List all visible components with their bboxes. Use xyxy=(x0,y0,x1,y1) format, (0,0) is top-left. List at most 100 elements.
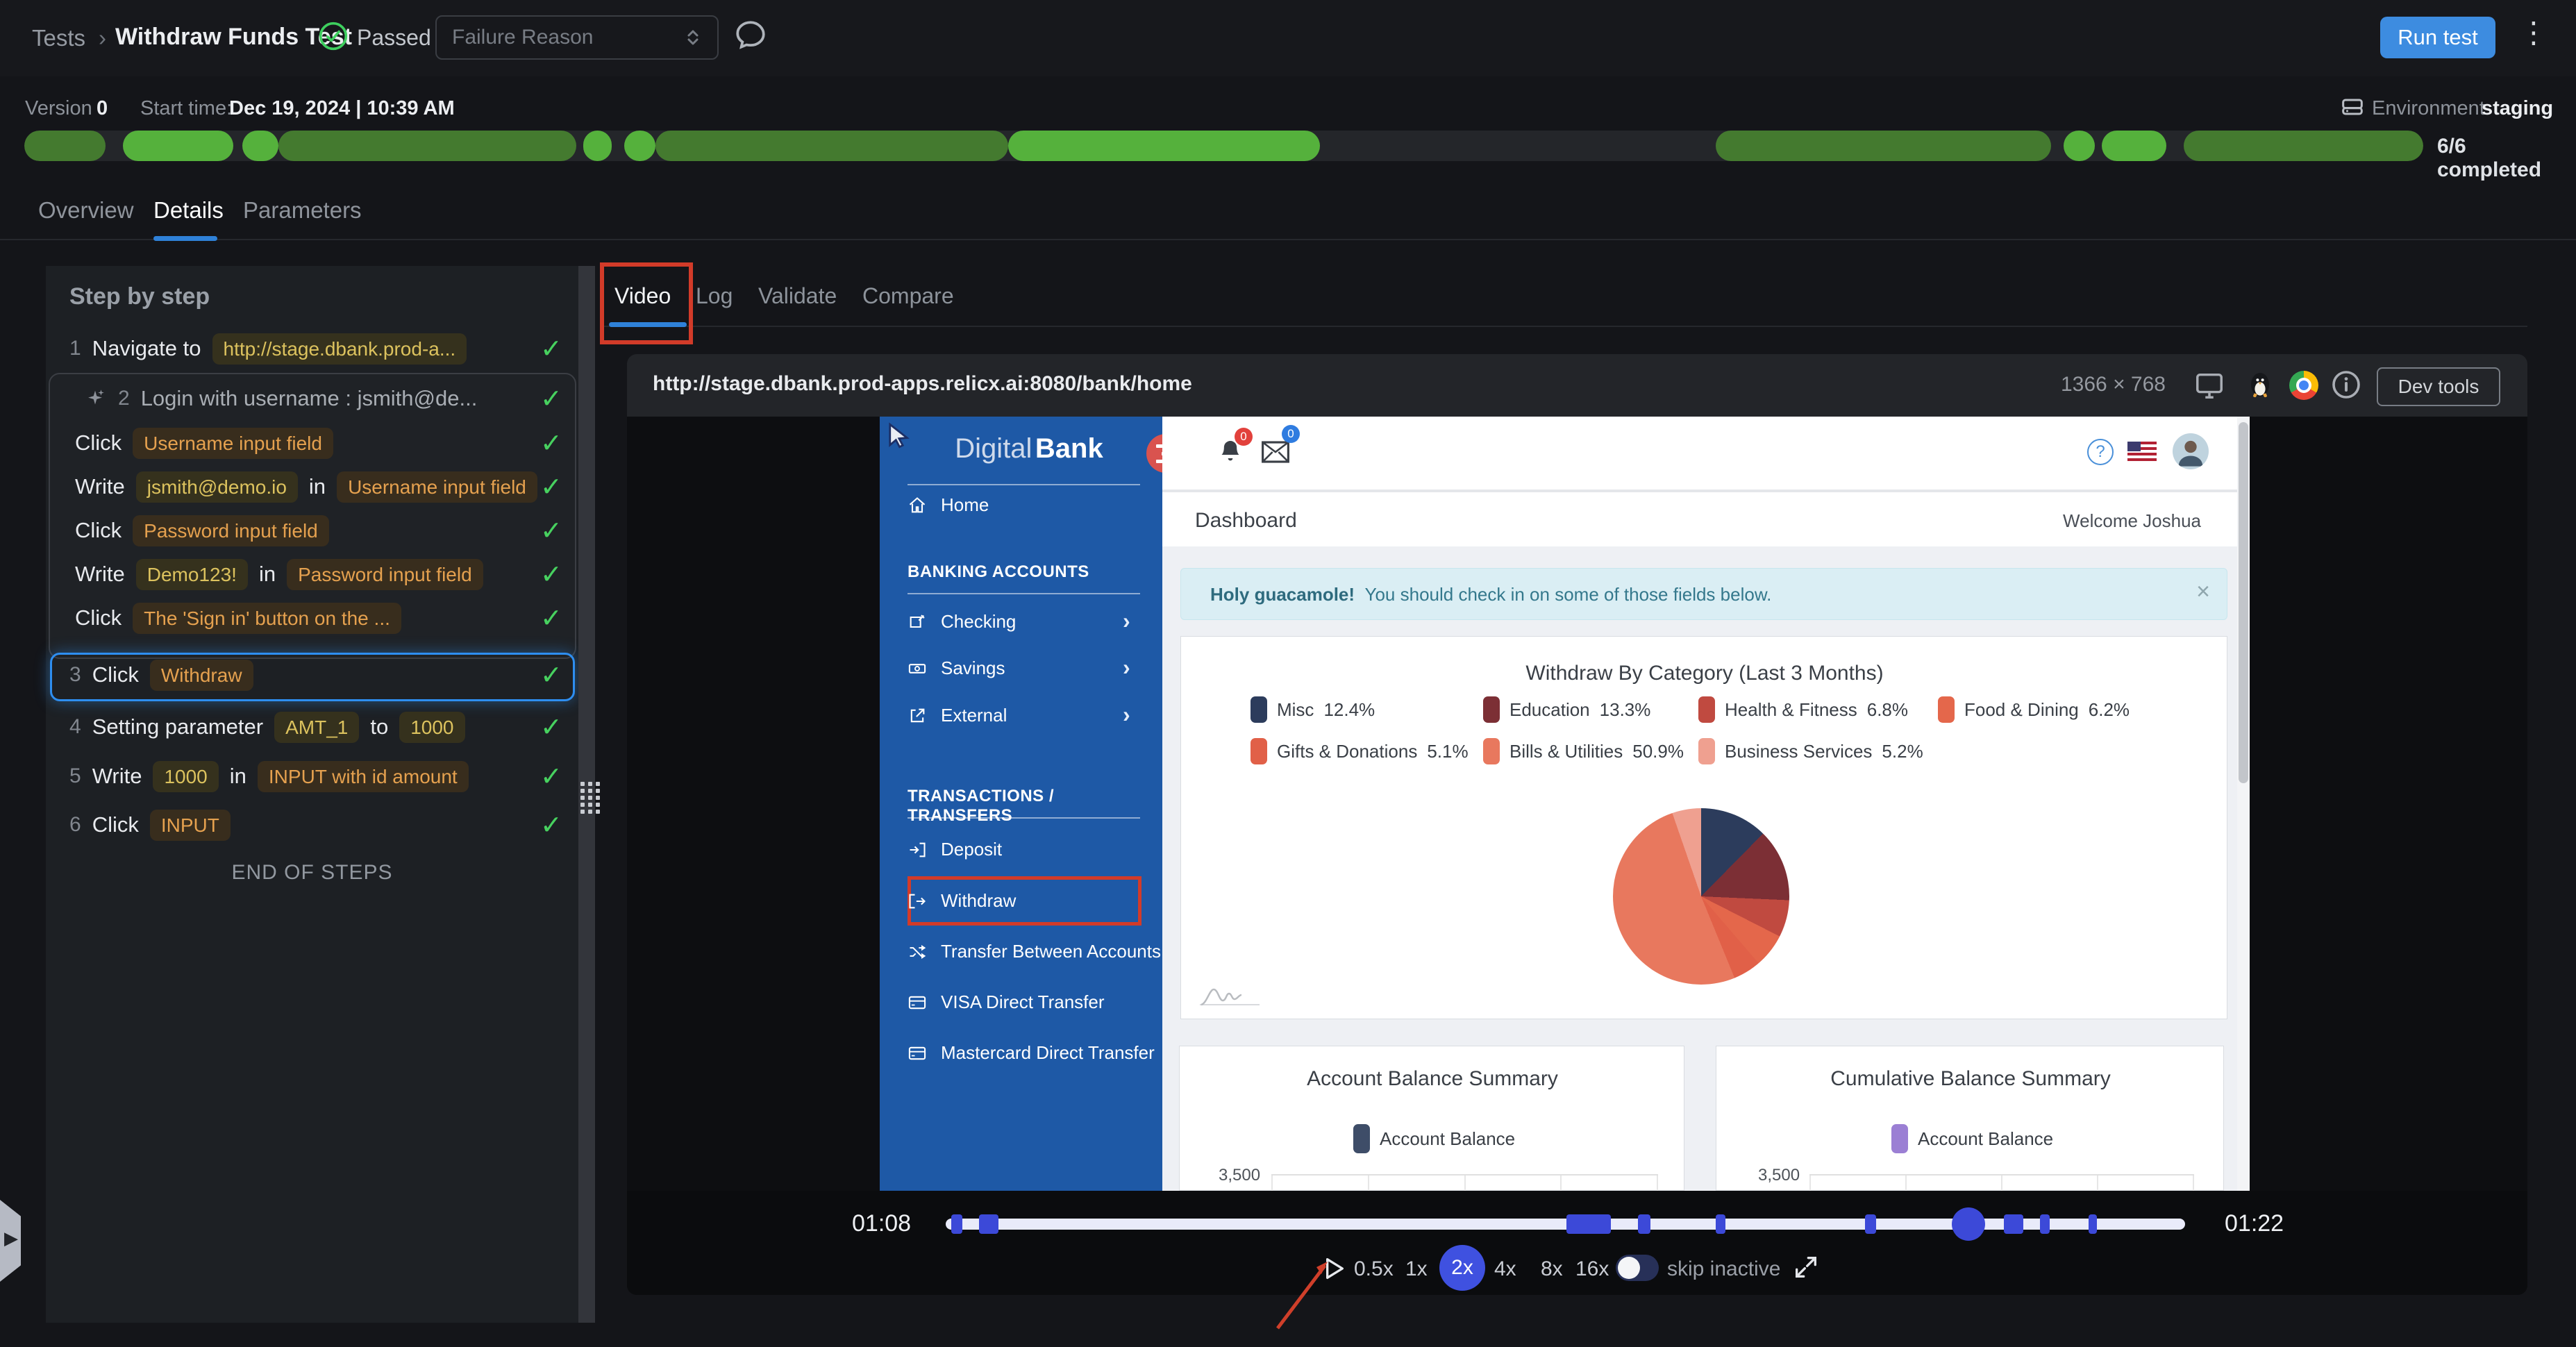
timeline-marker[interactable] xyxy=(951,1214,962,1234)
bank-nav-home[interactable]: Home xyxy=(908,494,989,516)
speed-16x[interactable]: 16x xyxy=(1575,1257,1609,1281)
bank-nav-transfer[interactable]: Transfer Between Accounts xyxy=(908,941,1161,962)
speed-0.5x[interactable]: 0.5x xyxy=(1354,1257,1394,1281)
legend-bills[interactable]: Bills & Utilities 50.9% xyxy=(1483,738,1684,764)
step-row-6-click-input[interactable]: 6 Click INPUT xyxy=(69,805,528,844)
speed-2x-selected[interactable]: 2x xyxy=(1439,1245,1485,1291)
bank-nav-savings[interactable]: Savings xyxy=(908,658,1005,679)
comment-bubble-icon[interactable] xyxy=(733,18,768,53)
cumulative-balance-legend[interactable]: Account Balance xyxy=(1891,1124,2053,1153)
step-value-badge[interactable]: jsmith@demo.io xyxy=(135,471,298,503)
timeline-track[interactable] xyxy=(946,1207,2185,1241)
step-row-write-username[interactable]: Write jsmith@demo.io in Username input f… xyxy=(75,467,561,506)
timeline-marker[interactable] xyxy=(1566,1214,1611,1234)
help-icon[interactable]: ? xyxy=(2087,439,2114,465)
step-row-4-setting-parameter[interactable]: 4 Setting parameter AMT_1 to 1000 xyxy=(69,708,562,746)
step-target-badge[interactable]: Withdraw xyxy=(149,659,253,691)
bank-nav-visa[interactable]: VISA Direct Transfer xyxy=(908,992,1105,1013)
savings-icon xyxy=(908,663,926,674)
step-check-icon: ✓ xyxy=(540,661,562,690)
legend-swatch xyxy=(1698,738,1715,764)
step-row-write-password[interactable]: Write Demo123! in Password input field xyxy=(75,555,561,594)
step-action: Click xyxy=(92,662,139,687)
step-target-badge[interactable]: INPUT with id amount xyxy=(257,760,469,792)
run-progress-bar[interactable] xyxy=(24,131,2423,161)
skip-inactive-toggle[interactable] xyxy=(1616,1255,1659,1281)
tab-compare[interactable]: Compare xyxy=(862,283,954,309)
bank-nav-mastercard[interactable]: Mastercard Direct Transfer xyxy=(908,1042,1155,1064)
step-target-badge[interactable]: http://stage.dbank.prod-a... xyxy=(212,333,467,365)
timeline-marker[interactable] xyxy=(2040,1214,2050,1234)
step-target-badge[interactable]: Username input field xyxy=(133,427,333,459)
overflow-menu-icon[interactable]: ⋮ xyxy=(2519,15,2548,49)
speed-4x[interactable]: 4x xyxy=(1494,1257,1516,1281)
run-test-button[interactable]: Run test xyxy=(2380,17,2495,58)
user-avatar[interactable] xyxy=(2173,433,2209,469)
tab-parameters[interactable]: Parameters xyxy=(243,197,362,224)
time-total: 01:22 xyxy=(2225,1210,2284,1237)
timeline-marker[interactable] xyxy=(2004,1214,2023,1234)
timeline-marker[interactable] xyxy=(1865,1214,1876,1234)
bank-brand[interactable]: Digital Bank xyxy=(946,433,1112,465)
bank-page-title: Dashboard xyxy=(1195,509,1297,532)
step-value-badge[interactable]: 1000 xyxy=(399,711,465,743)
breadcrumb-tests[interactable]: Tests xyxy=(32,25,85,51)
bank-nav-deposit[interactable]: Deposit xyxy=(908,839,1002,860)
legend-swatch xyxy=(1483,738,1500,764)
step-target-badge[interactable]: The 'Sign in' button on the ... xyxy=(133,602,401,634)
bank-scrollbar[interactable] xyxy=(2237,417,2250,1191)
timeline-marker[interactable] xyxy=(1638,1214,1650,1234)
legend-misc[interactable]: Misc 12.4% xyxy=(1251,696,1375,723)
us-flag-icon[interactable] xyxy=(2127,442,2157,461)
panel-drag-handle[interactable] xyxy=(580,782,600,814)
legend-education[interactable]: Education 13.3% xyxy=(1483,696,1650,723)
bank-scrollbar-thumb[interactable] xyxy=(2239,422,2248,783)
dev-tools-button[interactable]: Dev tools xyxy=(2377,367,2500,406)
step-target-badge[interactable]: INPUT xyxy=(149,809,231,841)
step-param-badge[interactable]: AMT_1 xyxy=(274,711,360,743)
failure-reason-select[interactable]: Failure Reason xyxy=(435,15,719,60)
timeline-marker[interactable] xyxy=(979,1214,998,1234)
bank-nav-withdraw[interactable]: Withdraw xyxy=(908,890,1016,912)
step-value-badge[interactable]: Demo123! xyxy=(135,558,248,590)
tab-validate[interactable]: Validate xyxy=(758,283,837,309)
tab-log[interactable]: Log xyxy=(696,283,733,309)
step-target-badge[interactable]: Password input field xyxy=(287,558,483,590)
mail-icon[interactable] xyxy=(1261,440,1290,464)
legend-gifts[interactable]: Gifts & Donations 5.1% xyxy=(1251,738,1469,764)
legend-food[interactable]: Food & Dining 6.2% xyxy=(1938,696,2130,723)
speed-8x[interactable]: 8x xyxy=(1541,1257,1563,1281)
withdraw-category-pie-chart[interactable] xyxy=(1613,808,1789,985)
step-row-click-username[interactable]: Click Username input field xyxy=(75,424,533,462)
progress-segment xyxy=(2063,131,2095,161)
step-row-5-write-amount[interactable]: 5 Write 1000 in INPUT with id amount xyxy=(69,757,562,796)
legend-health[interactable]: Health & Fitness 6.8% xyxy=(1698,696,1908,723)
step-value-badge[interactable]: 1000 xyxy=(153,760,219,792)
alert-close-icon[interactable]: × xyxy=(2196,578,2210,605)
info-icon[interactable] xyxy=(2330,368,2363,401)
step-target-badge[interactable]: Username input field xyxy=(337,471,537,503)
timeline-playhead[interactable] xyxy=(1952,1207,1985,1241)
bank-nav-external[interactable]: External xyxy=(908,705,1007,726)
step-row-click-password[interactable]: Click Password input field xyxy=(75,511,533,550)
steps-completed-count: 6/6 completed xyxy=(2437,135,2542,181)
fullscreen-icon[interactable] xyxy=(1792,1253,1820,1281)
account-balance-legend[interactable]: Account Balance xyxy=(1353,1124,1515,1153)
video-player[interactable]: http://stage.dbank.prod-apps.relicx.ai:8… xyxy=(627,354,2527,1295)
step-row-2-group-header[interactable]: 2 Login with username : jsmith@de... xyxy=(83,379,542,418)
timeline-marker[interactable] xyxy=(2089,1214,2097,1234)
bank-nav-checking[interactable]: Checking xyxy=(908,611,1016,633)
mail-badge: 0 xyxy=(1282,425,1300,443)
video-frame[interactable]: Digital Bank Home BANKING ACCOUNTS Check… xyxy=(627,417,2527,1191)
legend-business[interactable]: Business Services 5.2% xyxy=(1698,738,1923,764)
tab-overview[interactable]: Overview xyxy=(38,197,134,224)
step-row-click-signin[interactable]: Click The 'Sign in' button on the ... xyxy=(75,599,533,637)
step-row-3-click-withdraw[interactable]: 3 Click Withdraw xyxy=(69,655,528,694)
step-row-1[interactable]: 1 Navigate to http://stage.dbank.prod-a.… xyxy=(69,329,562,368)
speed-1x[interactable]: 1x xyxy=(1405,1257,1428,1281)
tab-details[interactable]: Details xyxy=(153,197,224,224)
start-time-value: Dec 19, 2024 | 10:39 AM xyxy=(229,97,455,119)
timeline-marker[interactable] xyxy=(1716,1214,1725,1234)
start-time-label: Start time: xyxy=(140,97,233,119)
step-target-badge[interactable]: Password input field xyxy=(133,514,329,546)
